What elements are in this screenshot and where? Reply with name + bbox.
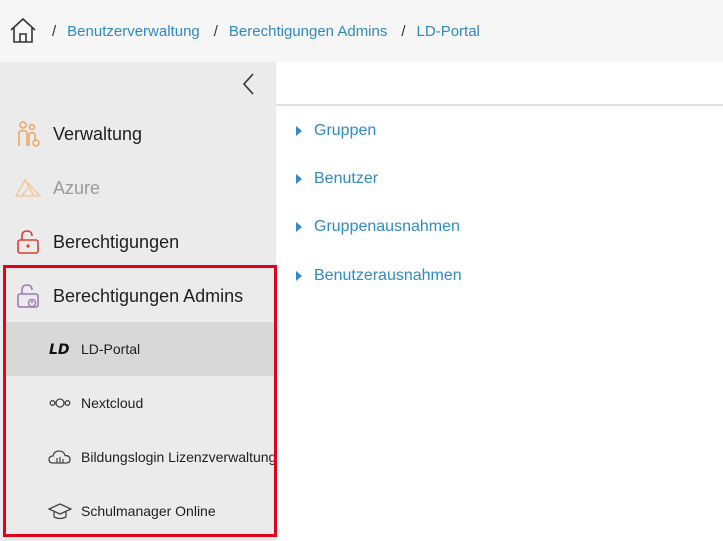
admin-unlock-icon (14, 282, 42, 310)
breadcrumb-berechtigungen-admins[interactable]: Berechtigungen Admins (229, 23, 387, 40)
section-label: Benutzerausnahmen (314, 267, 462, 284)
section-benutzer[interactable]: Benutzer (296, 170, 378, 188)
section-label: Benutzer (314, 170, 379, 187)
caret-right-icon (296, 126, 302, 136)
sidebar-subitem-ld-portal[interactable]: LD LD-Portal (4, 322, 274, 376)
subitem-label: LD-Portal (81, 341, 141, 357)
breadcrumb: / Benutzerverwaltung / Berechtigungen Ad… (0, 0, 723, 62)
sidebar-subitem-bildungslogin[interactable]: Bildungslogin Lizenzverwaltung (4, 430, 274, 484)
sidebar-subitem-nextcloud[interactable]: Nextcloud (4, 376, 274, 430)
cloud-icon (48, 447, 72, 467)
graduation-cap-icon (48, 501, 72, 521)
section-label: Gruppenausnahmen (314, 218, 460, 235)
people-icon (14, 120, 42, 148)
sidebar-item-berechtigungen-admins[interactable]: Berechtigungen Admins (0, 269, 276, 323)
section-gruppen[interactable]: Gruppen (296, 122, 376, 140)
unlock-icon (14, 228, 42, 256)
breadcrumb-separator: / (401, 22, 406, 40)
breadcrumb-benutzerverwaltung[interactable]: Benutzerverwaltung (67, 23, 200, 40)
breadcrumb-ld-portal[interactable]: LD-Portal (417, 23, 480, 40)
nextcloud-icon (48, 393, 72, 413)
sidebar-item-berechtigungen[interactable]: Berechtigungen (0, 215, 276, 269)
caret-right-icon (296, 271, 302, 281)
breadcrumb-separator: / (52, 22, 57, 40)
collapse-sidebar-button[interactable] (238, 71, 260, 97)
subitem-label: Schulmanager Online (81, 503, 216, 519)
sidebar-item-label: Azure (53, 177, 101, 198)
breadcrumb-separator: / (213, 22, 218, 40)
caret-right-icon (296, 174, 302, 184)
section-label: Gruppen (314, 122, 377, 139)
sidebar-item-label: Berechtigungen Admins (53, 285, 244, 306)
subitem-label: Bildungslogin Lizenzverwaltung (81, 449, 274, 465)
sidebar-subitem-schulmanager[interactable]: Schulmanager Online (4, 484, 274, 538)
svg-text:LD: LD (49, 342, 70, 358)
ld-logo-icon: LD (48, 339, 72, 359)
home-icon[interactable] (8, 16, 38, 46)
chevron-left-icon (242, 73, 254, 95)
sidebar-item-verwaltung[interactable]: Verwaltung (0, 107, 276, 161)
caret-right-icon (296, 222, 302, 232)
sidebar-item-label: Berechtigungen (53, 231, 180, 252)
content-divider (276, 104, 723, 106)
section-benutzerausnahmen[interactable]: Benutzerausnahmen (296, 267, 462, 285)
sidebar: Verwaltung Azure Berechtigungen Berechti… (0, 62, 276, 541)
sidebar-item-label: Verwaltung (53, 123, 143, 144)
azure-icon (14, 174, 42, 202)
section-gruppenausnahmen[interactable]: Gruppenausnahmen (296, 218, 460, 236)
subitem-label: Nextcloud (81, 395, 144, 411)
sidebar-item-azure[interactable]: Azure (0, 161, 276, 215)
